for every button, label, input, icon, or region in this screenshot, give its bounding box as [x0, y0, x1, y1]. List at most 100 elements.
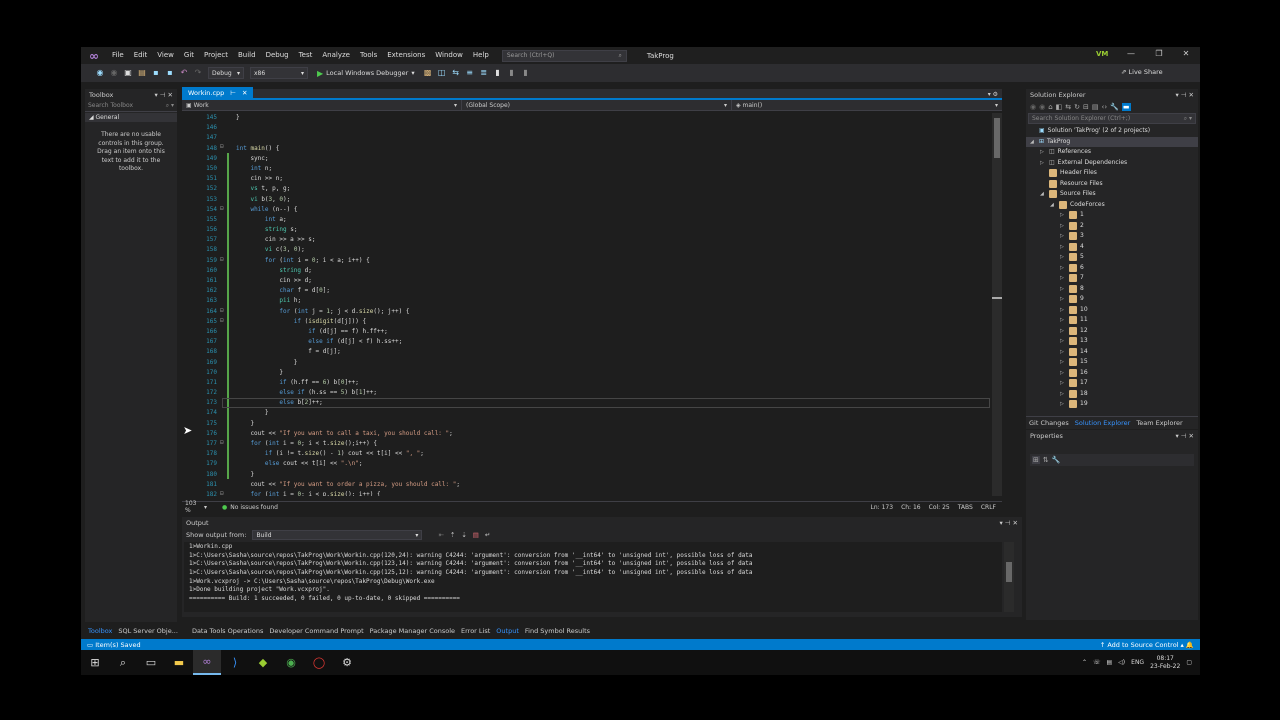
tab-output[interactable]: Output: [493, 627, 522, 635]
hot-reload-icon[interactable]: ▩: [423, 68, 433, 78]
menu-test[interactable]: Test: [294, 47, 318, 64]
prev-message-icon[interactable]: ⇡: [450, 531, 455, 539]
tree-item-folder[interactable]: ▷ 13: [1026, 336, 1198, 347]
tab-find-symbol[interactable]: Find Symbol Results: [522, 627, 593, 635]
eol-indicator[interactable]: CRLF: [981, 504, 996, 511]
panel-controls[interactable]: ▾ ⊣ ✕: [1175, 91, 1194, 99]
menu-analyze[interactable]: Analyze: [317, 47, 355, 64]
switch-views-icon[interactable]: ◧: [1056, 103, 1063, 111]
menu-view[interactable]: View: [152, 47, 179, 64]
home-icon[interactable]: ⌂: [1048, 103, 1052, 111]
language-indicator[interactable]: ENG: [1131, 659, 1144, 666]
tree-item-folder[interactable]: ▷ 1: [1026, 210, 1198, 221]
categorized-icon[interactable]: ⊞: [1032, 456, 1040, 464]
notification-icon[interactable]: 🔔: [1186, 641, 1194, 649]
save-all-icon[interactable]: ▪: [165, 68, 175, 78]
panel-controls[interactable]: ▾ ⊣ ✕: [154, 91, 173, 99]
tree-item-folder[interactable]: ▷ 5: [1026, 252, 1198, 263]
tree-item-folder[interactable]: ▷ 11: [1026, 315, 1198, 326]
clear-all-icon[interactable]: ▤: [473, 531, 479, 539]
panel-controls[interactable]: ▾ ⊣ ✕: [1175, 432, 1194, 440]
add-to-source-control-button[interactable]: ↑ Add to Source Control ▴: [1100, 641, 1184, 649]
open-icon[interactable]: ▤: [137, 68, 147, 78]
tab-toolbox[interactable]: Toolbox: [85, 627, 115, 635]
app-icon[interactable]: ◆: [249, 650, 277, 675]
tabs-indicator[interactable]: TABS: [958, 504, 973, 511]
issues-status[interactable]: No issues found: [230, 504, 278, 511]
search-icon[interactable]: ⌕: [109, 650, 137, 675]
preview-icon[interactable]: ▬: [1121, 103, 1131, 111]
tree-item-folder[interactable]: ▷ 4: [1026, 242, 1198, 253]
network-icon[interactable]: ☏: [1093, 659, 1101, 666]
refresh-icon[interactable]: ↻: [1074, 103, 1080, 111]
tree-item-references[interactable]: ▷ ◫ References: [1026, 147, 1198, 158]
platform-dropdown[interactable]: x86 ▾: [250, 67, 308, 79]
menu-extensions[interactable]: Extensions: [382, 47, 430, 64]
menu-project[interactable]: Project: [199, 47, 233, 64]
scope-dropdown[interactable]: (Global Scope) ▾: [462, 100, 732, 110]
properties-icon[interactable]: 🔧: [1110, 103, 1119, 111]
find-message-icon[interactable]: ⇤: [438, 531, 443, 539]
live-share-button[interactable]: ⇗ Live Share: [1121, 68, 1163, 76]
collapse-icon[interactable]: ⊟: [220, 143, 224, 150]
forward-icon[interactable]: ◉: [1039, 103, 1045, 111]
tree-item-folder[interactable]: ▷ 3: [1026, 231, 1198, 242]
avatar[interactable]: VM: [1096, 50, 1110, 60]
tab-data-tools[interactable]: Data Tools Operations: [189, 627, 266, 635]
tree-item-folder[interactable]: ▷ 7: [1026, 273, 1198, 284]
menu-edit[interactable]: Edit: [129, 47, 153, 64]
back-icon[interactable]: ◉: [1030, 103, 1036, 111]
tree-item-external-dependencies[interactable]: ▷ ◫ External Dependencies: [1026, 158, 1198, 169]
output-scrollbar[interactable]: [1004, 542, 1014, 612]
col-indicator[interactable]: Col: 25: [929, 504, 950, 511]
settings-icon[interactable]: ⚙: [333, 650, 361, 675]
tree-item-folder[interactable]: ▷ 14: [1026, 347, 1198, 358]
start-debugging-button[interactable]: ▶ Local Windows Debugger ▾: [317, 69, 415, 78]
close-icon[interactable]: ✕: [1177, 49, 1195, 58]
tree-item-solution[interactable]: ▣ Solution 'TakProg' (2 of 2 projects): [1026, 126, 1198, 137]
tree-item-folder[interactable]: ▷ 8: [1026, 284, 1198, 295]
collapse-all-icon[interactable]: ⊟: [1083, 103, 1089, 111]
toolbox-group-general[interactable]: ◢ General: [85, 113, 177, 122]
zoom-level[interactable]: 103 %: [182, 500, 204, 514]
maximize-icon[interactable]: ❐: [1150, 49, 1168, 58]
alphabetical-icon[interactable]: ⇅: [1043, 456, 1049, 464]
solution-explorer-search-input[interactable]: Search Solution Explorer (Ctrl+;) ⌕ ▾: [1028, 113, 1196, 124]
tree-item-folder[interactable]: ▷ 19: [1026, 399, 1198, 410]
minimize-icon[interactable]: —: [1122, 49, 1140, 58]
forward-icon[interactable]: ◉: [109, 68, 119, 78]
output-text[interactable]: 1>Workin.cpp 1>C:\Users\Sasha\source\rep…: [184, 542, 1002, 612]
close-icon[interactable]: ✕: [242, 89, 247, 97]
tree-item-folder[interactable]: ▷ 6: [1026, 263, 1198, 274]
new-item-icon[interactable]: ▣: [123, 68, 133, 78]
collapse-icon[interactable]: ⊟: [220, 307, 224, 314]
volume-icon[interactable]: ◁): [1118, 659, 1125, 666]
tree-item-folder[interactable]: ▷ 16: [1026, 368, 1198, 379]
configuration-dropdown[interactable]: Debug ▾: [208, 67, 244, 79]
tab-package-manager[interactable]: Package Manager Console: [367, 627, 458, 635]
redo-icon[interactable]: ↷: [193, 68, 203, 78]
tab-developer-command-prompt[interactable]: Developer Command Prompt: [266, 627, 366, 635]
collapse-icon[interactable]: ⊟: [220, 205, 224, 212]
tree-item-folder[interactable]: ▷ 2: [1026, 221, 1198, 232]
tree-item-codeforces[interactable]: ◢ CodeForces: [1026, 200, 1198, 211]
opera-icon[interactable]: ◯: [305, 650, 333, 675]
vscode-icon[interactable]: ⟩: [221, 650, 249, 675]
menu-file[interactable]: File: [107, 47, 129, 64]
tree-item-folder[interactable]: ▷ 12: [1026, 326, 1198, 337]
task-view-icon[interactable]: ▭: [137, 650, 165, 675]
editor-scrollbar[interactable]: [992, 113, 1002, 496]
toolbox-search-input[interactable]: Search Toolbox ⌕ ▾: [85, 101, 177, 112]
wifi-icon[interactable]: ▤: [1107, 659, 1113, 666]
menu-help[interactable]: Help: [468, 47, 494, 64]
pin-icon[interactable]: ⊢: [230, 89, 236, 97]
sync-icon[interactable]: ⇆: [1065, 103, 1071, 111]
chrome-icon[interactable]: ◉: [277, 650, 305, 675]
bookmark-prev-icon[interactable]: ▮: [507, 68, 517, 78]
tab-team-explorer[interactable]: Team Explorer: [1136, 419, 1182, 427]
menu-debug[interactable]: Debug: [261, 47, 294, 64]
next-message-icon[interactable]: ⇣: [461, 531, 466, 539]
menu-window[interactable]: Window: [430, 47, 468, 64]
bookmark-next-icon[interactable]: ▮: [521, 68, 531, 78]
save-icon[interactable]: ▪: [151, 68, 161, 78]
